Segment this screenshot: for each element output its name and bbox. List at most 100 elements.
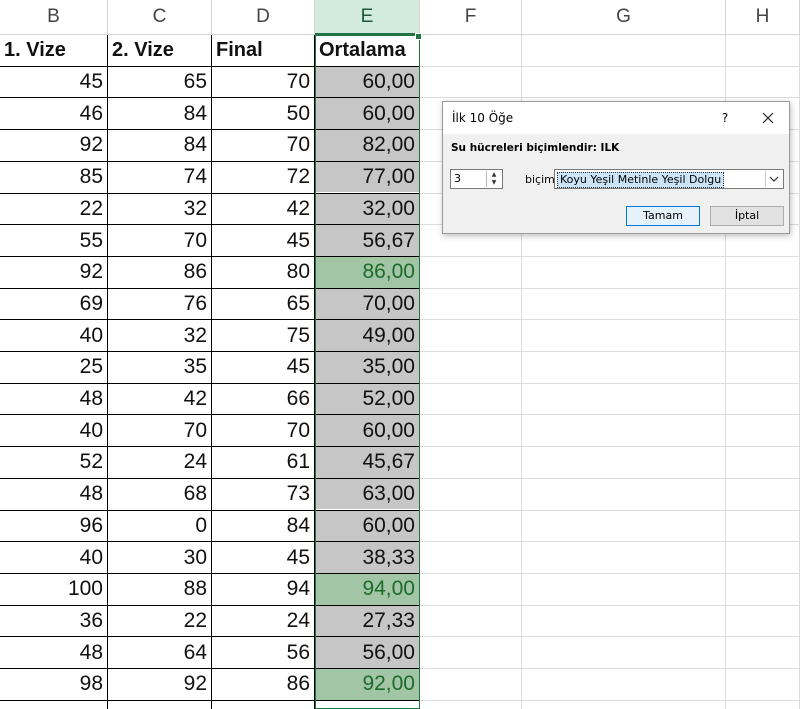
cell-e[interactable]: 45,67 [315, 447, 419, 478]
dropdown-button[interactable] [765, 171, 782, 187]
cell-c[interactable]: 64 [108, 637, 211, 668]
cell-d[interactable]: 45 [212, 225, 314, 256]
cell-b[interactable]: 48 [0, 384, 107, 415]
cell-b[interactable]: 92 [0, 257, 107, 288]
column-header-e[interactable]: E [315, 0, 420, 35]
cell-e[interactable]: 60,00 [315, 66, 419, 98]
cell-e[interactable]: 56,67 [315, 225, 419, 256]
cell-e[interactable]: 94,00 [315, 573, 419, 605]
cell-b[interactable]: 48 [0, 479, 107, 510]
cell-d[interactable]: 72 [212, 162, 314, 193]
cell-b[interactable]: 36 [0, 606, 107, 637]
column-header-g[interactable]: G [522, 0, 726, 35]
column-header-h[interactable]: H [726, 0, 800, 35]
cell-e[interactable]: 38,33 [315, 542, 419, 573]
cell-c[interactable]: 86 [108, 257, 211, 288]
cell-d[interactable]: 75 [212, 320, 314, 351]
cell-d[interactable]: 86 [212, 669, 314, 700]
cell-b[interactable]: 22 [0, 194, 107, 225]
cell-e[interactable]: 52,00 [315, 383, 419, 415]
cell-c[interactable]: 42 [108, 384, 211, 415]
cell-b[interactable]: 92 [0, 130, 107, 161]
header-cell-e[interactable]: Ortalama [315, 35, 419, 66]
cell-c[interactable]: 24 [108, 447, 211, 478]
cell-b[interactable]: 55 [0, 225, 107, 256]
header-cell-c[interactable]: 2. Vize [108, 35, 211, 66]
cell-c[interactable]: 74 [108, 162, 211, 193]
cell-b[interactable]: 100 [0, 574, 107, 605]
cell-d[interactable]: 73 [212, 479, 314, 510]
spin-up-icon[interactable]: ▲ [487, 171, 501, 179]
cell-c[interactable]: 92 [108, 669, 211, 700]
dialog-titlebar[interactable]: İlk 10 Öğe ? [443, 102, 789, 134]
cell-e[interactable]: 60,00 [315, 415, 419, 447]
cell-e[interactable]: 60,00 [315, 510, 419, 542]
cell-d[interactable]: 45 [212, 352, 314, 383]
cell-e[interactable]: 82,00 [315, 130, 419, 161]
cell-b[interactable]: 40 [0, 320, 107, 351]
cell-b[interactable]: 48 [0, 637, 107, 668]
cell-c[interactable]: 88 [108, 574, 211, 605]
column-header-f[interactable]: F [420, 0, 522, 35]
cell-e[interactable]: 77,00 [315, 161, 419, 193]
cell-d[interactable]: 84 [212, 511, 314, 542]
cell-b[interactable]: 98 [0, 669, 107, 700]
column-header-c[interactable]: C [108, 0, 212, 35]
cell-e[interactable]: 60,00 [315, 98, 419, 130]
cell-b[interactable]: 40 [0, 415, 107, 446]
cell-e[interactable]: 63,00 [315, 478, 419, 510]
cell-c[interactable]: 84 [108, 130, 211, 161]
cell-e[interactable]: 92,00 [315, 669, 419, 700]
cell-d[interactable]: 70 [212, 67, 314, 98]
header-cell-b[interactable]: 1. Vize [0, 35, 107, 66]
cell-b[interactable]: 96 [0, 511, 107, 542]
cell-b[interactable]: 40 [0, 542, 107, 573]
cell-c[interactable]: 22 [108, 606, 211, 637]
column-header-d[interactable]: D [212, 0, 315, 35]
cell-c[interactable]: 70 [108, 415, 211, 446]
cell-d[interactable]: 56 [212, 637, 314, 668]
column-header-b[interactable]: B [0, 0, 108, 35]
cell-c[interactable]: 70 [108, 225, 211, 256]
cell-d[interactable]: 61 [212, 447, 314, 478]
cell-c[interactable]: 84 [108, 98, 211, 129]
cell-c[interactable]: 0 [108, 511, 211, 542]
header-cell-d[interactable]: Final [212, 35, 314, 66]
cell-d[interactable]: 94 [212, 574, 314, 605]
cell-b[interactable]: 25 [0, 352, 107, 383]
cell-d[interactable]: 80 [212, 257, 314, 288]
cell-e[interactable]: 32,00 [315, 193, 419, 225]
fill-handle[interactable] [415, 33, 422, 40]
cell-e[interactable]: 86,00 [315, 256, 419, 288]
cell-c[interactable]: 76 [108, 289, 211, 320]
count-input[interactable]: 3 [454, 172, 461, 185]
cell-d[interactable]: 24 [212, 606, 314, 637]
count-spinner[interactable]: 3 ▲ ▼ [450, 169, 503, 189]
close-button[interactable] [755, 107, 781, 129]
spin-down-icon[interactable]: ▼ [487, 179, 501, 187]
cell-d[interactable]: 42 [212, 194, 314, 225]
cell-b[interactable]: 46 [0, 98, 107, 129]
cell-c[interactable]: 35 [108, 352, 211, 383]
cell-b[interactable]: 45 [0, 67, 107, 98]
format-select[interactable]: Koyu Yeşil Metinle Yeşil Dolgu [554, 169, 784, 189]
cell-e[interactable]: 49,00 [315, 320, 419, 351]
cell-c[interactable]: 30 [108, 542, 211, 573]
cell-b[interactable]: 85 [0, 162, 107, 193]
cell-b[interactable]: 52 [0, 447, 107, 478]
cell-d[interactable]: 65 [212, 289, 314, 320]
cell-b[interactable]: 69 [0, 289, 107, 320]
ok-button[interactable]: Tamam [626, 206, 700, 226]
cell-e[interactable]: 56,00 [315, 637, 419, 668]
cancel-button[interactable]: İptal [710, 206, 784, 226]
cell-c[interactable]: 68 [108, 479, 211, 510]
cell-c[interactable]: 32 [108, 194, 211, 225]
cell-d[interactable]: 66 [212, 384, 314, 415]
cell-d[interactable]: 70 [212, 130, 314, 161]
cell-d[interactable]: 70 [212, 415, 314, 446]
cell-d[interactable]: 45 [212, 542, 314, 573]
cell-c[interactable]: 65 [108, 67, 211, 98]
cell-e[interactable]: 27,33 [315, 605, 419, 637]
help-button[interactable]: ? [715, 108, 735, 128]
cell-e[interactable]: 70,00 [315, 288, 419, 320]
